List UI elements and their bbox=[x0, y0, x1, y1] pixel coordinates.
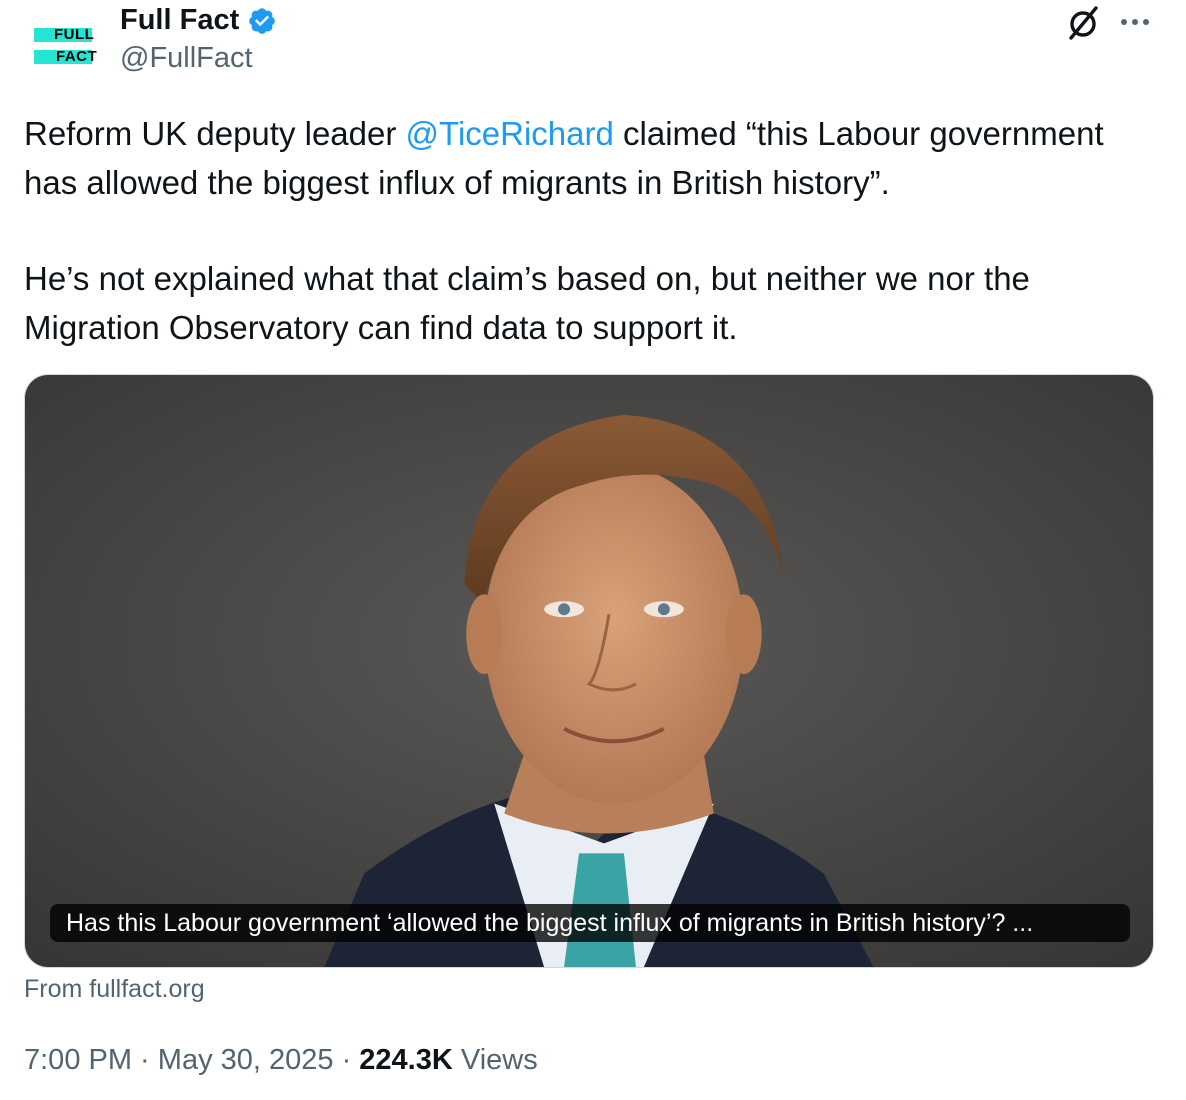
tweet-date[interactable]: May 30, 2025 bbox=[158, 1044, 334, 1076]
author-name[interactable]: Full Fact bbox=[120, 4, 277, 37]
avatar-text-top: FULL bbox=[54, 26, 95, 43]
avatar[interactable]: FULL FACT bbox=[22, 16, 98, 68]
tweet-meta: 7:00 PM · May 30, 2025 · 224.3K Views bbox=[24, 1044, 538, 1077]
tweet-paragraph-2: He’s not explained what that claim’s bas… bbox=[24, 260, 1030, 346]
portrait-photo bbox=[25, 375, 1153, 967]
link-source[interactable]: From fullfact.org bbox=[24, 975, 205, 1004]
meta-separator-2: · bbox=[333, 1044, 360, 1076]
meta-separator-1: · bbox=[132, 1044, 158, 1076]
mention-link[interactable]: @TiceRichard bbox=[406, 115, 614, 152]
views-label: Views bbox=[452, 1044, 538, 1076]
link-card-media[interactable]: Has this Labour government ‘allowed the … bbox=[24, 374, 1154, 968]
tweet-time[interactable]: 7:00 PM bbox=[24, 1044, 132, 1076]
author-name-text[interactable]: Full Fact bbox=[120, 4, 239, 37]
tweet-text: Reform UK deputy leader @TiceRichard cla… bbox=[24, 110, 1164, 352]
link-card-caption: Has this Labour government ‘allowed the … bbox=[50, 904, 1130, 942]
avatar-text-bottom: FACT bbox=[56, 48, 98, 65]
tweet-paragraph-1: Reform UK deputy leader @TiceRichard cla… bbox=[24, 110, 1164, 207]
grok-icon[interactable] bbox=[1063, 2, 1103, 42]
tweet-text-before-mention: Reform UK deputy leader bbox=[24, 115, 406, 152]
views-count[interactable]: 224.3K bbox=[359, 1044, 453, 1076]
more-dots-icon[interactable] bbox=[1115, 8, 1155, 36]
author-handle[interactable]: @FullFact bbox=[120, 42, 253, 75]
verified-badge-icon bbox=[249, 7, 276, 34]
